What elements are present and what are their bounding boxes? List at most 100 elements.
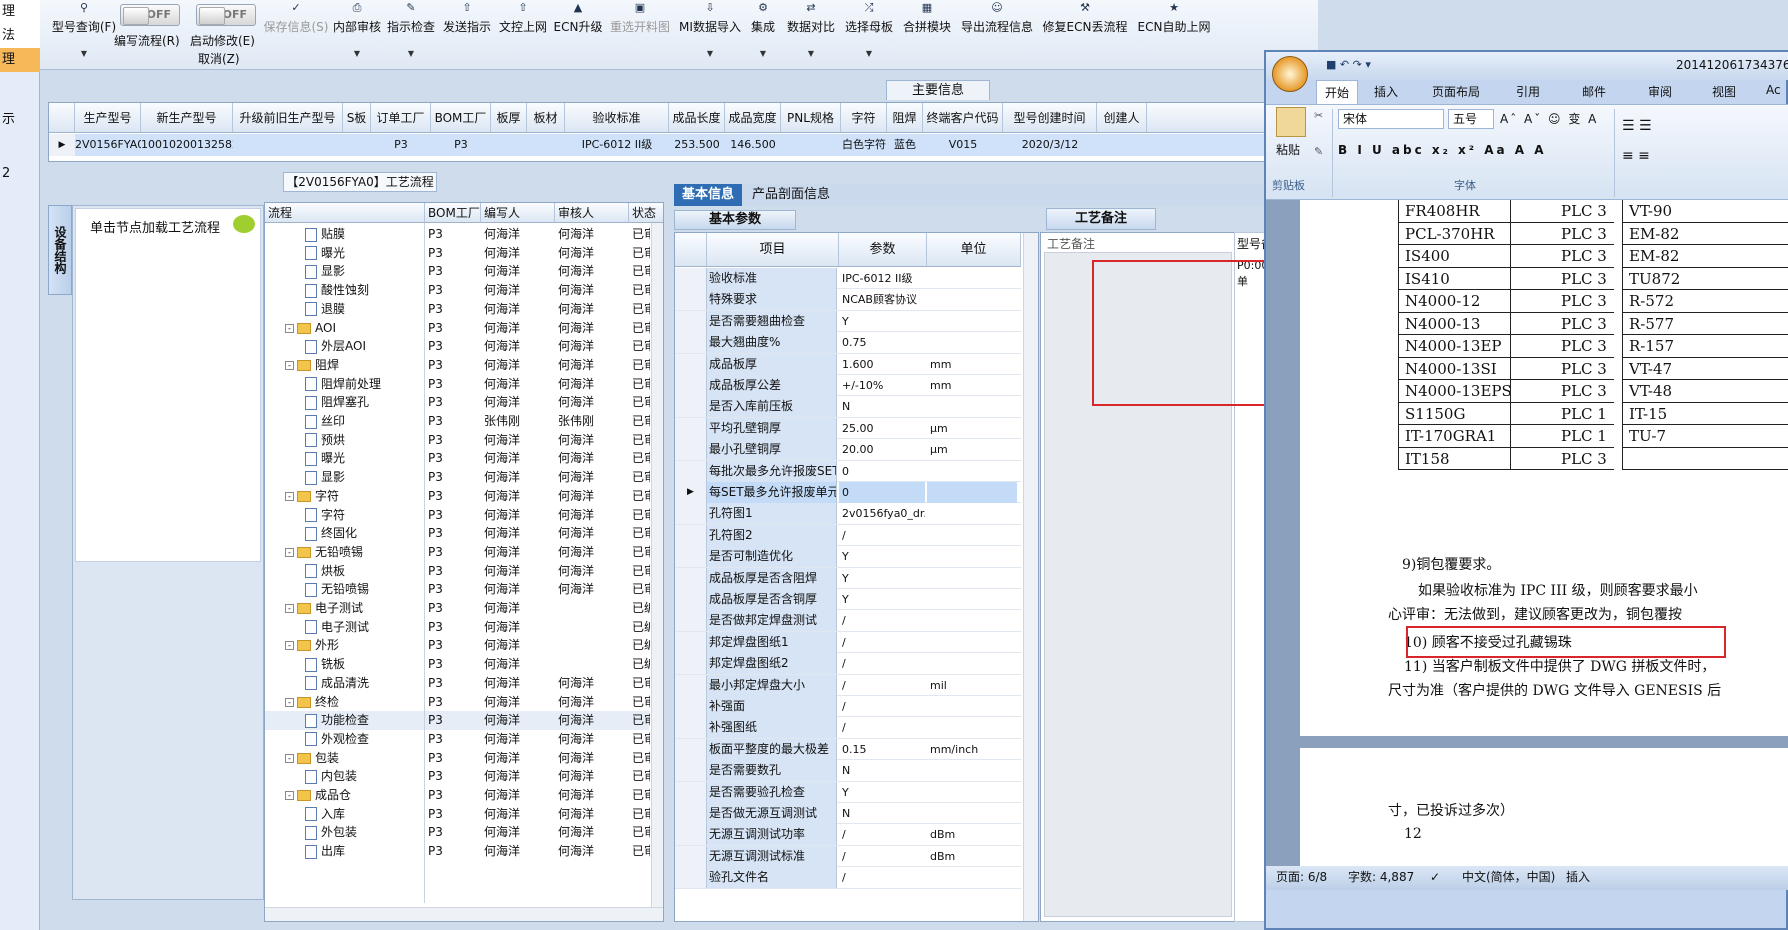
param-row[interactable]: 成品板厚是否含阻焊 Y (675, 567, 1021, 589)
left-item-2[interactable]: 法 (0, 24, 40, 48)
col-header[interactable]: 验收标准 (565, 103, 669, 133)
param-row[interactable]: 验收标准 IPC-6012 II级 (675, 268, 1021, 290)
col-header[interactable]: S板 (343, 103, 371, 133)
merge-module-button[interactable]: ▦ 合拼模块 (900, 0, 954, 70)
cancel-edit-label[interactable]: 取消(Z) (198, 50, 240, 67)
col-header[interactable]: 流程 (265, 203, 425, 223)
param-value[interactable]: 0 (839, 482, 925, 503)
param-value[interactable]: 1.600 (839, 354, 925, 375)
paste-label[interactable]: 粘贴 (1276, 141, 1300, 158)
param-row[interactable]: 每批次最多允许报废SET 0 (675, 460, 1021, 482)
param-value[interactable]: +/-10% (839, 375, 925, 396)
col-header[interactable]: BOM工厂 (431, 103, 491, 133)
param-value[interactable]: 25.00 (839, 418, 925, 439)
integration-button[interactable]: ⚙ 集成 ▼ (746, 0, 780, 70)
grid-cell[interactable]: P3 (431, 134, 491, 156)
param-row[interactable]: 特殊要求 NCAB顾客协议 (675, 289, 1021, 311)
left-item-1[interactable]: 理 (0, 0, 40, 24)
ribbon-tab-home[interactable]: 开始 (1316, 80, 1359, 104)
param-row[interactable]: 无源互调测试功率 / dBm (675, 824, 1021, 846)
param-value[interactable]: / (839, 717, 925, 738)
font-size-select[interactable]: 五号 (1448, 109, 1494, 129)
row-selector[interactable]: ▶ (675, 482, 707, 503)
document-page-2[interactable] (1300, 748, 1788, 866)
cut-icon[interactable]: ✂ (1314, 109, 1323, 122)
param-vertical-scrollbar[interactable] (1023, 233, 1038, 921)
row-selector[interactable] (675, 375, 707, 396)
param-value[interactable]: N (839, 760, 925, 781)
param-row[interactable]: 平均孔壁铜厚 25.00 μm (675, 417, 1021, 440)
ribbon-tab-addins[interactable]: Ac (1766, 83, 1781, 97)
param-value[interactable]: / (839, 846, 925, 867)
col-header[interactable]: 字符 (841, 103, 887, 133)
write-process-toggle[interactable]: OFF (120, 4, 180, 26)
col-header[interactable]: 新生产型号 (141, 103, 233, 133)
param-value[interactable]: 2v0156fya0_dr... (839, 503, 925, 524)
col-header[interactable]: BOM工厂 (425, 203, 481, 223)
internal-review-button[interactable]: ⎙ 内部审核 ▼ (332, 0, 382, 70)
font-name-select[interactable]: 宋体 (1338, 109, 1444, 129)
param-row[interactable]: 邦定焊盘图纸1/ (675, 631, 1021, 654)
param-row[interactable]: 是否做无源互调测试 N (675, 803, 1021, 825)
paragraph-buttons[interactable]: ☰ ☰ ≡ ≡ (1622, 111, 1682, 171)
col-header[interactable]: 创建人 (1097, 103, 1147, 133)
param-row[interactable]: 是否可制造优化 Y (675, 546, 1021, 568)
param-value[interactable]: / (839, 675, 925, 696)
ribbon-tab-mailings[interactable]: 邮件 (1582, 83, 1606, 100)
col-header[interactable]: 阻焊 (887, 103, 923, 133)
row-selector[interactable] (675, 653, 707, 675)
col-header[interactable]: PNL规格 (781, 103, 841, 133)
param-row[interactable]: 邦定焊盘图纸2/ (675, 653, 1021, 675)
send-instruction-button[interactable]: ⇧ 发送指示 (441, 0, 493, 70)
param-row[interactable]: 最小邦定焊盘大小 / mil (675, 674, 1021, 696)
param-value[interactable]: / (839, 867, 925, 888)
col-header[interactable]: 型号创建时间 (1003, 103, 1097, 133)
row-selector[interactable] (675, 332, 707, 354)
col-header[interactable]: 单位 (927, 233, 1021, 267)
row-selector[interactable] (675, 460, 707, 482)
param-value[interactable]: / (839, 632, 925, 653)
row-selector[interactable] (675, 503, 707, 525)
row-selector[interactable] (675, 417, 707, 439)
param-row[interactable]: 补强面 / (675, 696, 1021, 718)
row-selector[interactable] (675, 738, 707, 760)
col-header[interactable]: 终端客户代码 (923, 103, 1003, 133)
status-page[interactable]: 页面: 6/8 (1276, 866, 1327, 888)
row-selector[interactable] (675, 546, 707, 568)
row-selector[interactable] (675, 396, 707, 418)
param-value[interactable]: / (839, 653, 925, 674)
grid-cell[interactable]: 146.500 (725, 134, 781, 156)
ribbon-tab-review[interactable]: 审阅 (1648, 83, 1672, 100)
grid-cell[interactable] (491, 134, 527, 156)
grid-cell[interactable]: 蓝色 (887, 134, 923, 156)
select-mother-board-button[interactable]: ⤮ 选择母板 ▼ (842, 0, 896, 70)
grid-cell[interactable]: 2020/3/12 (1003, 134, 1097, 156)
grid-cell[interactable] (527, 134, 565, 156)
grid-cell[interactable]: 253.500 (669, 134, 725, 156)
status-language[interactable]: 中文(简体，中国) (1462, 866, 1555, 888)
col-header[interactable]: 生产型号 (75, 103, 141, 133)
instruction-check-button[interactable]: ✎ 指示检查 ▼ (385, 0, 437, 70)
col-header[interactable]: 板材 (527, 103, 565, 133)
tab-product-profile[interactable]: 产品剖面信息 (744, 184, 838, 206)
col-header[interactable]: 项目 (707, 233, 839, 267)
font-format-buttons[interactable]: B I U abc x₂ x² Aa A A (1338, 139, 1618, 161)
grid-cell[interactable]: IPC-6012 II级 (565, 134, 669, 156)
param-row[interactable]: 成品板厚 1.600 mm (675, 353, 1021, 375)
row-selector[interactable] (675, 781, 707, 803)
col-header[interactable]: 状态 (629, 203, 663, 223)
export-process-info-button[interactable]: ☺ 导出流程信息 (958, 0, 1036, 70)
status-words[interactable]: 字数: 4,887 (1348, 866, 1414, 888)
param-value[interactable]: Y (839, 568, 925, 589)
param-value[interactable]: 0.15 (839, 739, 925, 760)
row-selector[interactable] (675, 310, 707, 332)
row-selector[interactable] (675, 353, 707, 375)
row-selector[interactable] (675, 289, 707, 311)
grid-cell[interactable] (233, 134, 343, 156)
doc-control-online-button[interactable]: ⇧ 文控上网 (497, 0, 549, 70)
row-selector-arrow[interactable]: ▶ (49, 134, 75, 156)
param-value[interactable]: / (839, 610, 925, 631)
row-selector[interactable] (675, 867, 707, 889)
row-selector[interactable] (675, 610, 707, 632)
ribbon-tab-view[interactable]: 视图 (1712, 83, 1736, 100)
